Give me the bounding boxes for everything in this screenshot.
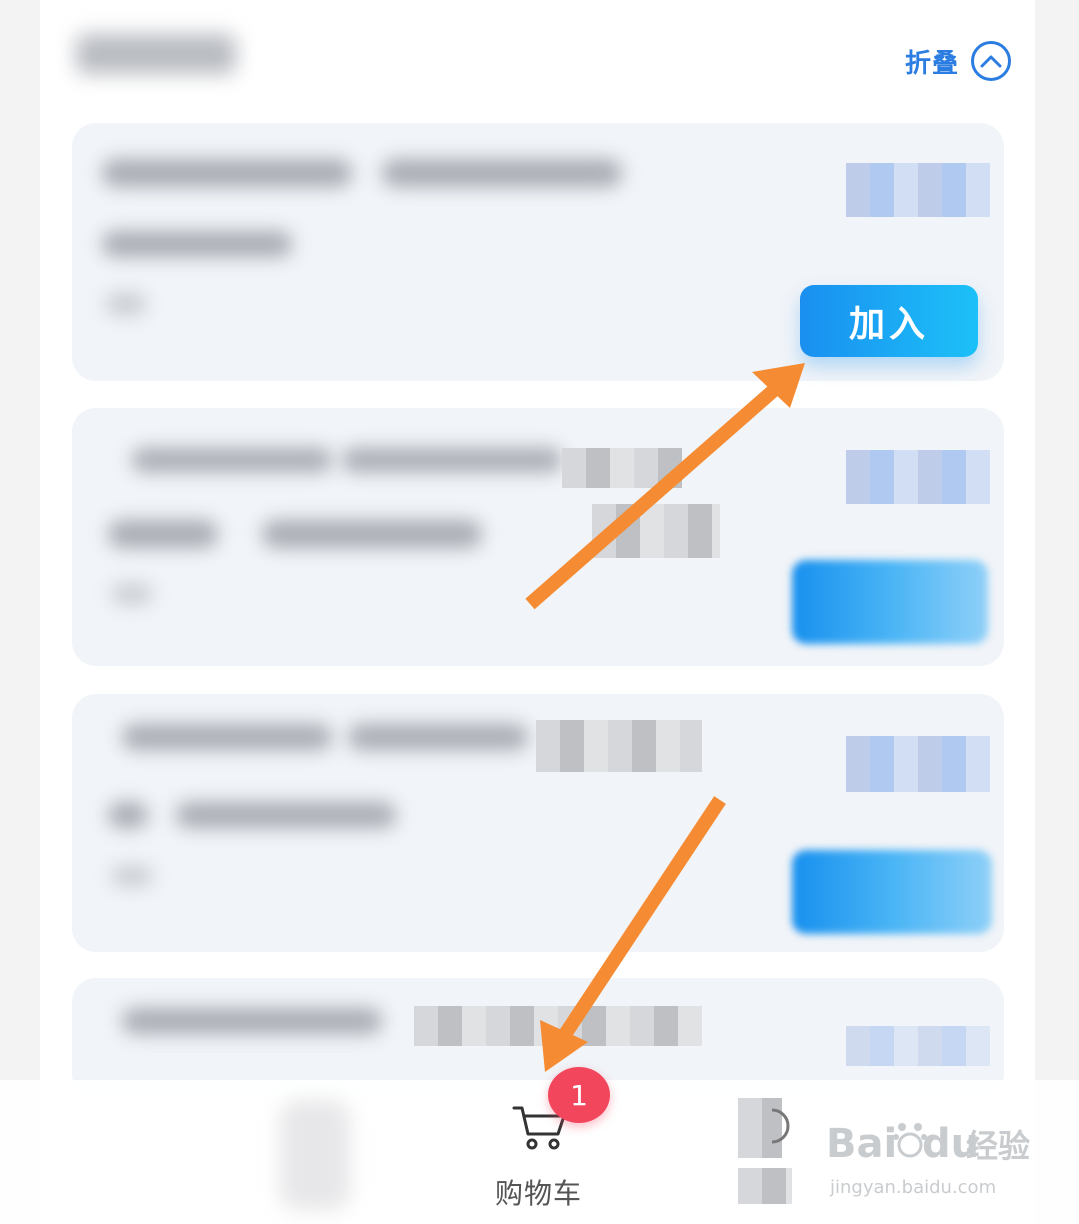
product-card bbox=[72, 408, 1004, 666]
product-desc-blurred bbox=[108, 520, 218, 548]
price-pixelated bbox=[846, 450, 990, 504]
product-name-blurred bbox=[132, 448, 332, 472]
product-name-blurred bbox=[382, 159, 622, 187]
product-desc-blurred bbox=[176, 802, 396, 828]
tab-blurred[interactable] bbox=[280, 1100, 350, 1210]
chevron-up-icon bbox=[971, 41, 1011, 81]
cart-count-badge: 1 bbox=[548, 1067, 610, 1123]
product-name-blurred bbox=[348, 724, 528, 750]
price-pixelated bbox=[846, 163, 990, 217]
mosaic bbox=[536, 720, 702, 772]
baidu-jingyan-watermark: Bai du 经验 jingyan.baidu.com bbox=[826, 1121, 1030, 1198]
add-button-pixelated bbox=[792, 850, 992, 934]
mosaic bbox=[562, 448, 682, 488]
watermark-url: jingyan.baidu.com bbox=[829, 1177, 996, 1198]
mosaic bbox=[414, 1006, 702, 1046]
product-name-blurred bbox=[102, 159, 352, 187]
product-meta-blurred bbox=[112, 866, 152, 886]
watermark-suffix: 经验 bbox=[966, 1127, 1030, 1165]
collapse-label: 折叠 bbox=[904, 48, 959, 79]
add-button-pixelated bbox=[792, 560, 988, 644]
product-meta-blurred bbox=[106, 293, 146, 315]
mosaic bbox=[592, 504, 720, 558]
section-title-blurred bbox=[76, 34, 236, 74]
product-desc-blurred bbox=[262, 520, 482, 548]
price-pixelated bbox=[846, 1026, 990, 1066]
product-desc-blurred bbox=[108, 802, 148, 828]
add-button[interactable]: 加入 bbox=[800, 285, 978, 357]
product-card bbox=[72, 694, 1004, 952]
price-pixelated bbox=[846, 736, 990, 792]
product-name-blurred bbox=[122, 724, 332, 750]
tab-pixelated[interactable] bbox=[738, 1098, 798, 1208]
collapse-toggle[interactable]: 折叠 bbox=[905, 38, 1011, 84]
product-name-blurred bbox=[122, 1008, 382, 1034]
cart-tab-label: 购物车 bbox=[495, 1177, 583, 1210]
product-meta-blurred bbox=[112, 584, 152, 604]
mosaic bbox=[738, 1168, 792, 1204]
product-name-blurred bbox=[342, 448, 562, 472]
product-desc-blurred bbox=[102, 231, 292, 257]
watermark-brand: Bai bbox=[826, 1121, 897, 1167]
tab-icon-partial bbox=[771, 1108, 790, 1144]
